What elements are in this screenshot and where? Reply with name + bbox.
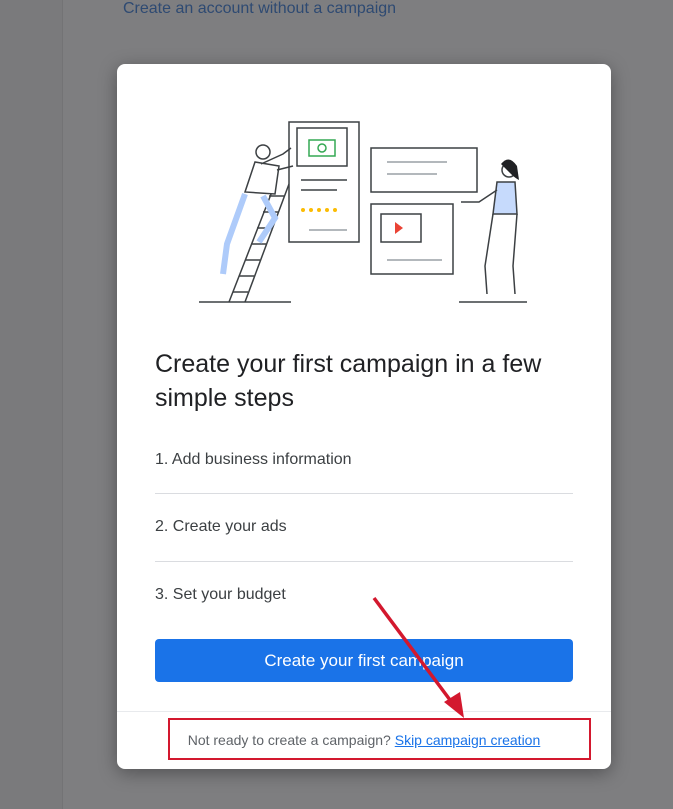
dialog-title: Create your first campaign in a few simp…	[155, 350, 542, 412]
annotation-arrow-icon	[372, 596, 464, 718]
background-divider	[62, 0, 63, 809]
background-left-panel	[0, 0, 62, 809]
campaign-illustration	[199, 121, 527, 303]
annotation-highlight-box	[168, 718, 591, 760]
step-divider	[155, 493, 573, 494]
create-account-without-campaign-link[interactable]: Create an account without a campaign	[123, 0, 396, 18]
step-2: 2. Create your ads	[155, 518, 287, 535]
step-1: 1. Add business information	[155, 451, 352, 468]
step-divider	[155, 561, 573, 562]
